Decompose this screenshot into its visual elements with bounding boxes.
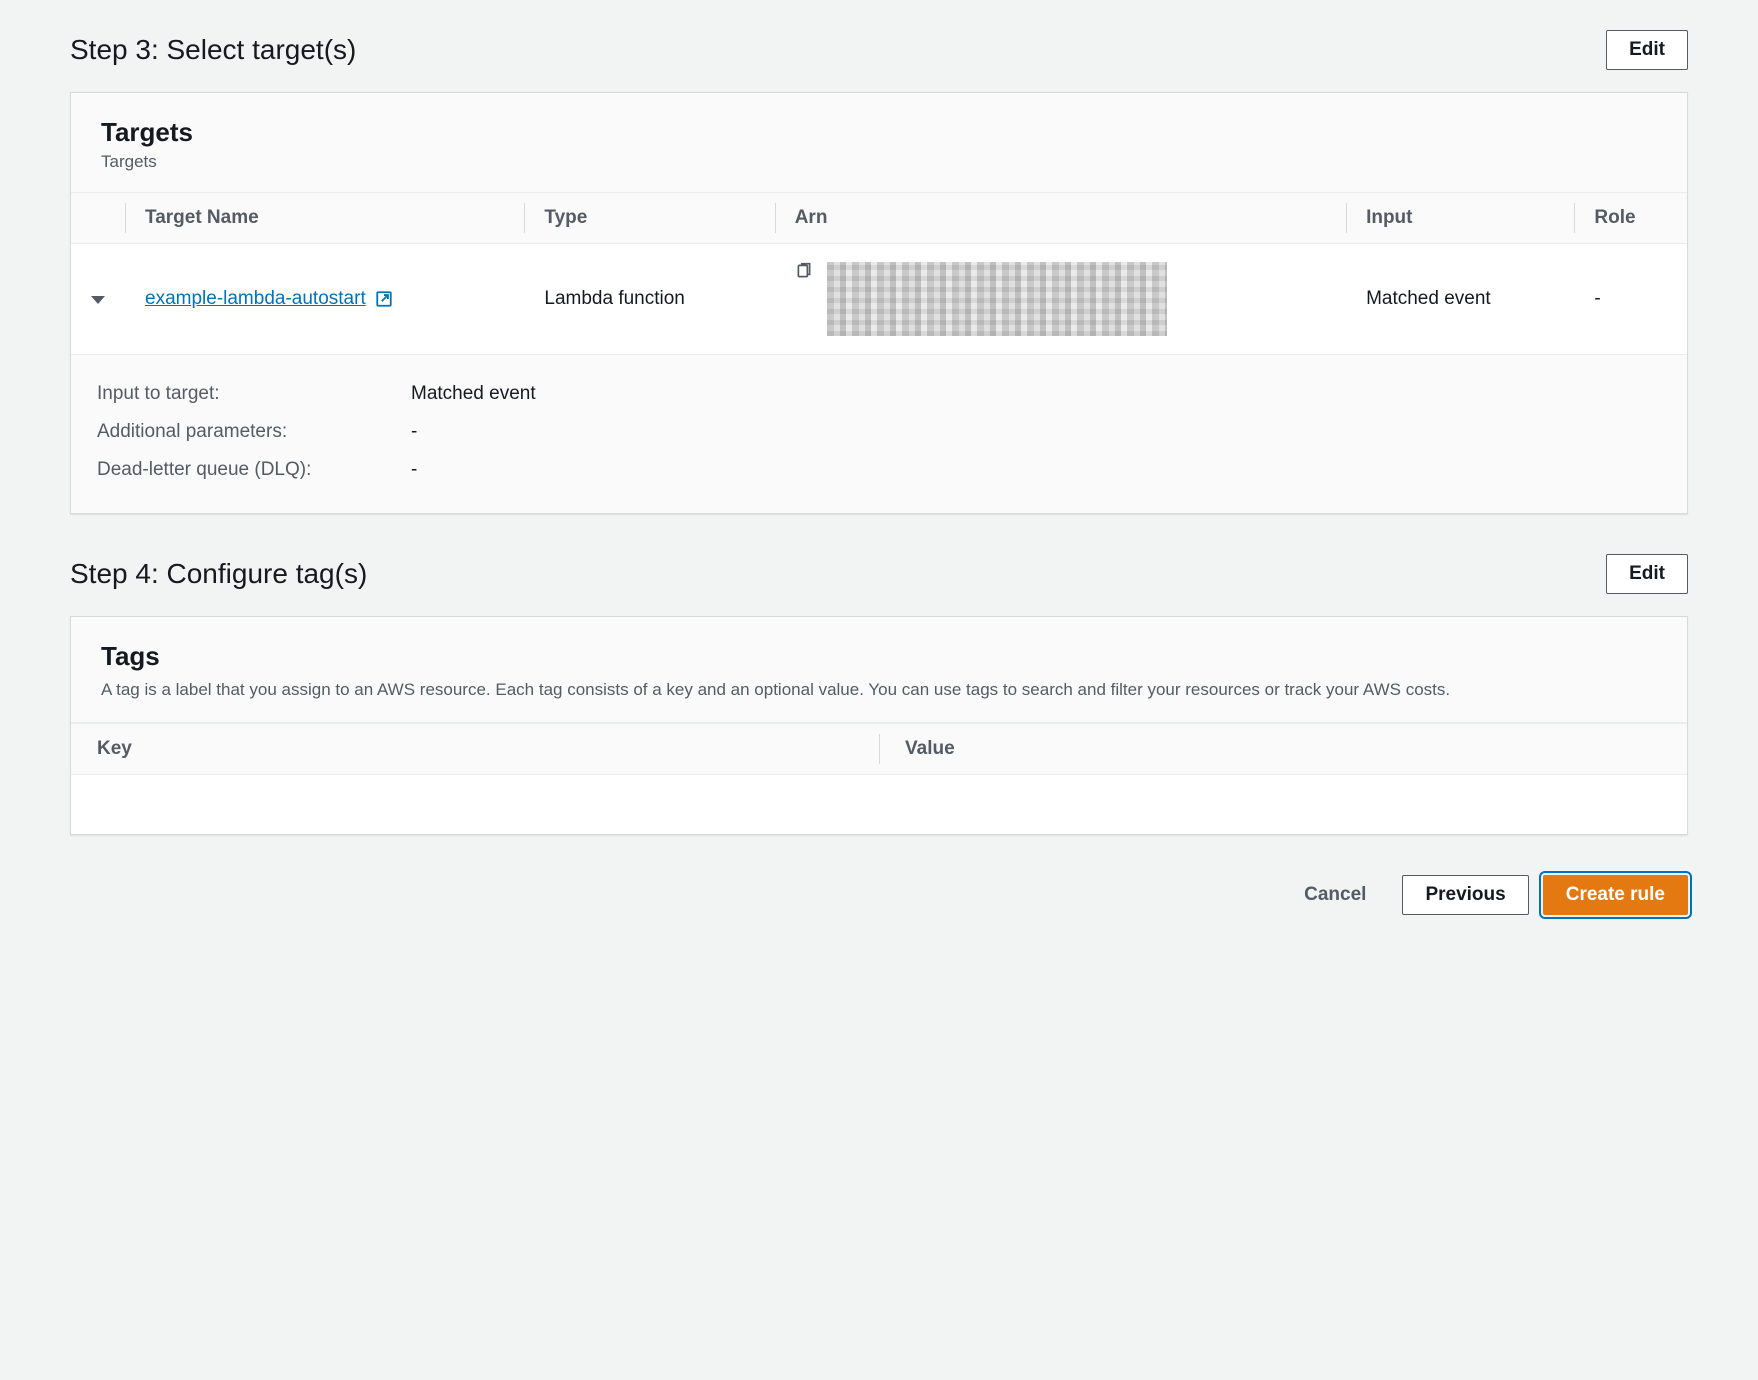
cell-role: - <box>1574 244 1687 355</box>
targets-table: Target Name Type Arn Input Role example-… <box>71 193 1687 355</box>
target-details: Input to target: Matched event Additiona… <box>71 355 1687 513</box>
tags-empty-row <box>71 774 1687 834</box>
cell-input: Matched event <box>1346 244 1574 355</box>
previous-button[interactable]: Previous <box>1402 875 1528 915</box>
chevron-down-icon[interactable] <box>91 296 105 304</box>
tags-panel-title: Tags <box>101 641 1657 672</box>
tags-panel-desc: A tag is a label that you assign to an A… <box>101 678 1657 702</box>
cancel-button[interactable]: Cancel <box>1282 876 1388 914</box>
targets-panel: Targets Targets Target Name Type Arn Inp… <box>70 92 1688 514</box>
col-target-name[interactable]: Target Name <box>125 193 524 244</box>
edit-step4-button[interactable]: Edit <box>1606 554 1688 594</box>
detail-additional-params: Additional parameters: - <box>97 413 1661 451</box>
step3-title: Step 3: Select target(s) <box>70 34 356 66</box>
external-link-icon[interactable] <box>375 290 393 308</box>
tags-table: Key Value <box>71 723 1687 835</box>
col-input[interactable]: Input <box>1346 193 1574 244</box>
detail-label: Additional parameters: <box>97 421 387 443</box>
targets-panel-head: Targets Targets <box>71 93 1687 193</box>
col-arn[interactable]: Arn <box>775 193 1346 244</box>
detail-label: Input to target: <box>97 383 387 405</box>
cell-arn <box>775 244 1346 355</box>
detail-dlq: Dead-letter queue (DLQ): - <box>97 451 1661 489</box>
col-key[interactable]: Key <box>71 723 879 774</box>
footer-actions: Cancel Previous Create rule <box>70 875 1688 915</box>
tags-panel-head: Tags A tag is a label that you assign to… <box>71 617 1687 723</box>
tags-header-row: Key Value <box>71 723 1687 774</box>
step4-title: Step 4: Configure tag(s) <box>70 558 367 590</box>
col-value[interactable]: Value <box>879 723 1687 774</box>
col-type[interactable]: Type <box>524 193 774 244</box>
step4-header: Step 4: Configure tag(s) Edit <box>70 554 1688 594</box>
detail-value: Matched event <box>411 383 536 405</box>
edit-step3-button[interactable]: Edit <box>1606 30 1688 70</box>
target-name-link[interactable]: example-lambda-autostart <box>145 288 366 309</box>
tags-panel: Tags A tag is a label that you assign to… <box>70 616 1688 835</box>
targets-panel-sub: Targets <box>101 152 1657 172</box>
table-row: example-lambda-autostart Lambda function <box>71 244 1687 355</box>
detail-input-to-target: Input to target: Matched event <box>97 375 1661 413</box>
targets-panel-title: Targets <box>101 117 1657 148</box>
col-expand <box>71 193 125 244</box>
col-role[interactable]: Role <box>1574 193 1687 244</box>
cell-type: Lambda function <box>524 244 774 355</box>
targets-header-row: Target Name Type Arn Input Role <box>71 193 1687 244</box>
cell-target-name: example-lambda-autostart <box>125 244 524 355</box>
detail-value: - <box>411 459 417 481</box>
step3-header: Step 3: Select target(s) Edit <box>70 30 1688 70</box>
detail-value: - <box>411 421 417 443</box>
detail-label: Dead-letter queue (DLQ): <box>97 459 387 481</box>
arn-redacted <box>827 262 1167 336</box>
copy-icon[interactable] <box>795 262 813 280</box>
create-rule-button[interactable]: Create rule <box>1543 875 1688 915</box>
